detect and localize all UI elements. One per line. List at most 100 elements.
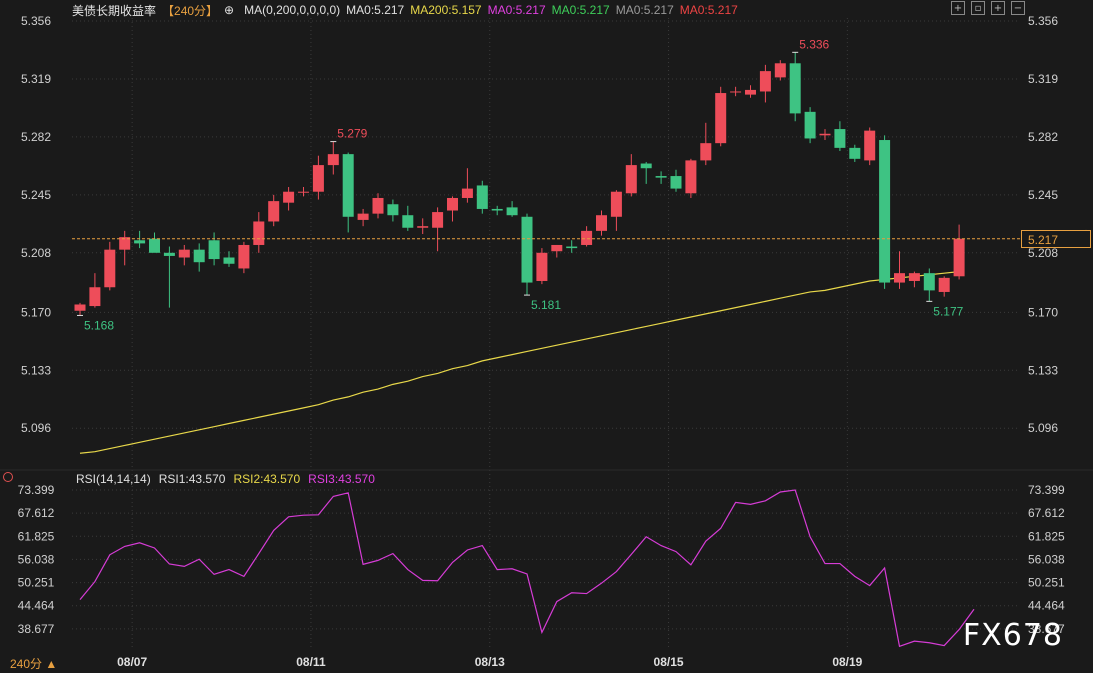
candle	[432, 207, 444, 252]
candle	[283, 187, 295, 211]
rsi-tick-label-right: 73.399	[1028, 483, 1065, 497]
zoom-out-icon[interactable]: −	[1011, 1, 1025, 15]
y-tick-label-left: 5.245	[21, 188, 51, 202]
candle	[387, 199, 399, 222]
candle	[774, 60, 786, 81]
candle-body	[268, 201, 280, 222]
candle-body	[834, 129, 846, 148]
candle	[551, 244, 563, 258]
rsi-tick-label-right: 56.038	[1028, 552, 1065, 566]
candle-body	[432, 212, 444, 228]
candle-body	[685, 160, 697, 194]
candle	[834, 121, 846, 151]
candle-body	[625, 165, 637, 194]
candle	[596, 210, 607, 236]
candle	[238, 241, 250, 274]
candle-body	[193, 249, 205, 263]
candle-body	[238, 244, 250, 269]
indicator-settings-icon[interactable]	[3, 472, 13, 482]
candle-body	[178, 249, 190, 258]
period-selector[interactable]: 240分 ▲	[10, 655, 57, 672]
candle	[119, 230, 131, 266]
candle-body	[342, 154, 354, 217]
candle-body	[372, 197, 384, 214]
candle	[938, 276, 950, 297]
zoom-fit-icon[interactable]: ▫	[971, 1, 985, 15]
rsi2-value: RSI2:43.570	[233, 472, 301, 486]
candle-body	[447, 197, 458, 211]
y-tick-label-left: 5.133	[21, 363, 51, 377]
candle	[178, 244, 190, 266]
period-label[interactable]: 【240分】	[162, 2, 218, 19]
candle	[327, 141, 339, 175]
candle-body	[953, 238, 965, 277]
candle	[253, 212, 265, 253]
y-tick-label-right: 5.133	[1028, 363, 1058, 377]
candle	[506, 201, 518, 217]
candle	[685, 158, 697, 198]
candle-body	[163, 252, 175, 256]
candle	[715, 86, 727, 147]
candle-body	[327, 154, 339, 166]
candle	[298, 187, 309, 197]
candle-body	[804, 111, 816, 139]
rsi-tick-label-left: 56.038	[18, 552, 55, 566]
x-tick-label: 08/07	[117, 655, 147, 669]
rsi-tick-label-right: 61.825	[1028, 529, 1065, 543]
candle	[864, 127, 876, 166]
candle-body	[864, 130, 876, 161]
candle	[536, 248, 548, 285]
candle	[670, 169, 682, 192]
candle	[953, 224, 965, 280]
instrument-title: 美债长期收益率	[72, 3, 157, 18]
main-chart-header: 美债长期收益率 【240分】 ⊕ MA(0,200,0,0,0,0) MA0:5…	[72, 2, 738, 18]
candle	[342, 152, 354, 233]
candle	[625, 154, 637, 197]
candle-body	[938, 277, 950, 292]
y-tick-label-left: 5.096	[21, 421, 51, 435]
candle-body	[774, 63, 786, 78]
rsi-tick-label-right: 50.251	[1028, 576, 1065, 590]
candle-body	[789, 63, 801, 114]
y-tick-label-left: 5.319	[21, 72, 51, 86]
candle	[640, 161, 652, 184]
candle-body	[566, 246, 578, 249]
rsi1-value: RSI1:43.570	[158, 472, 226, 486]
current-price-tag: 5.217	[1021, 230, 1091, 248]
candle-body	[640, 163, 652, 169]
candle	[923, 268, 935, 302]
candle	[74, 302, 86, 316]
candle	[193, 243, 205, 272]
candle-body	[149, 238, 160, 253]
candle	[655, 171, 667, 184]
candle-body	[134, 240, 146, 244]
zoom-in-icon[interactable]: +	[991, 1, 1005, 15]
candle-body	[476, 185, 488, 209]
candle-body	[89, 287, 101, 307]
candle-body	[879, 140, 891, 283]
candle	[908, 271, 920, 288]
candle	[417, 218, 429, 235]
candle-body	[908, 273, 920, 281]
candle-body	[104, 249, 116, 288]
candle	[104, 241, 116, 291]
settings-icon[interactable]: ⊕	[224, 3, 234, 17]
rsi-tick-label-right: 44.464	[1028, 599, 1065, 613]
y-tick-label-right: 5.170	[1028, 305, 1058, 319]
candle	[804, 107, 816, 144]
candle	[759, 64, 771, 103]
rsi-title[interactable]: RSI(14,14,14)	[76, 472, 151, 486]
crosshair-icon[interactable]: +	[951, 1, 965, 15]
candle	[610, 190, 622, 231]
chart-canvas[interactable]: 5.356 5.356 5.319 5.319 5.282 5.282 5.245 5.245…	[0, 0, 1093, 673]
candle-body	[610, 191, 622, 217]
candle	[149, 232, 160, 253]
candle	[521, 213, 533, 296]
ma-params-label[interactable]: MA(0,200,0,0,0,0)	[244, 3, 340, 17]
candle	[312, 155, 324, 200]
rsi3-value: RSI3:43.570	[308, 472, 375, 486]
candle	[745, 85, 756, 98]
candle-body	[461, 188, 473, 198]
candle-body	[387, 204, 399, 216]
y-tick-label-left: 5.282	[21, 130, 51, 144]
